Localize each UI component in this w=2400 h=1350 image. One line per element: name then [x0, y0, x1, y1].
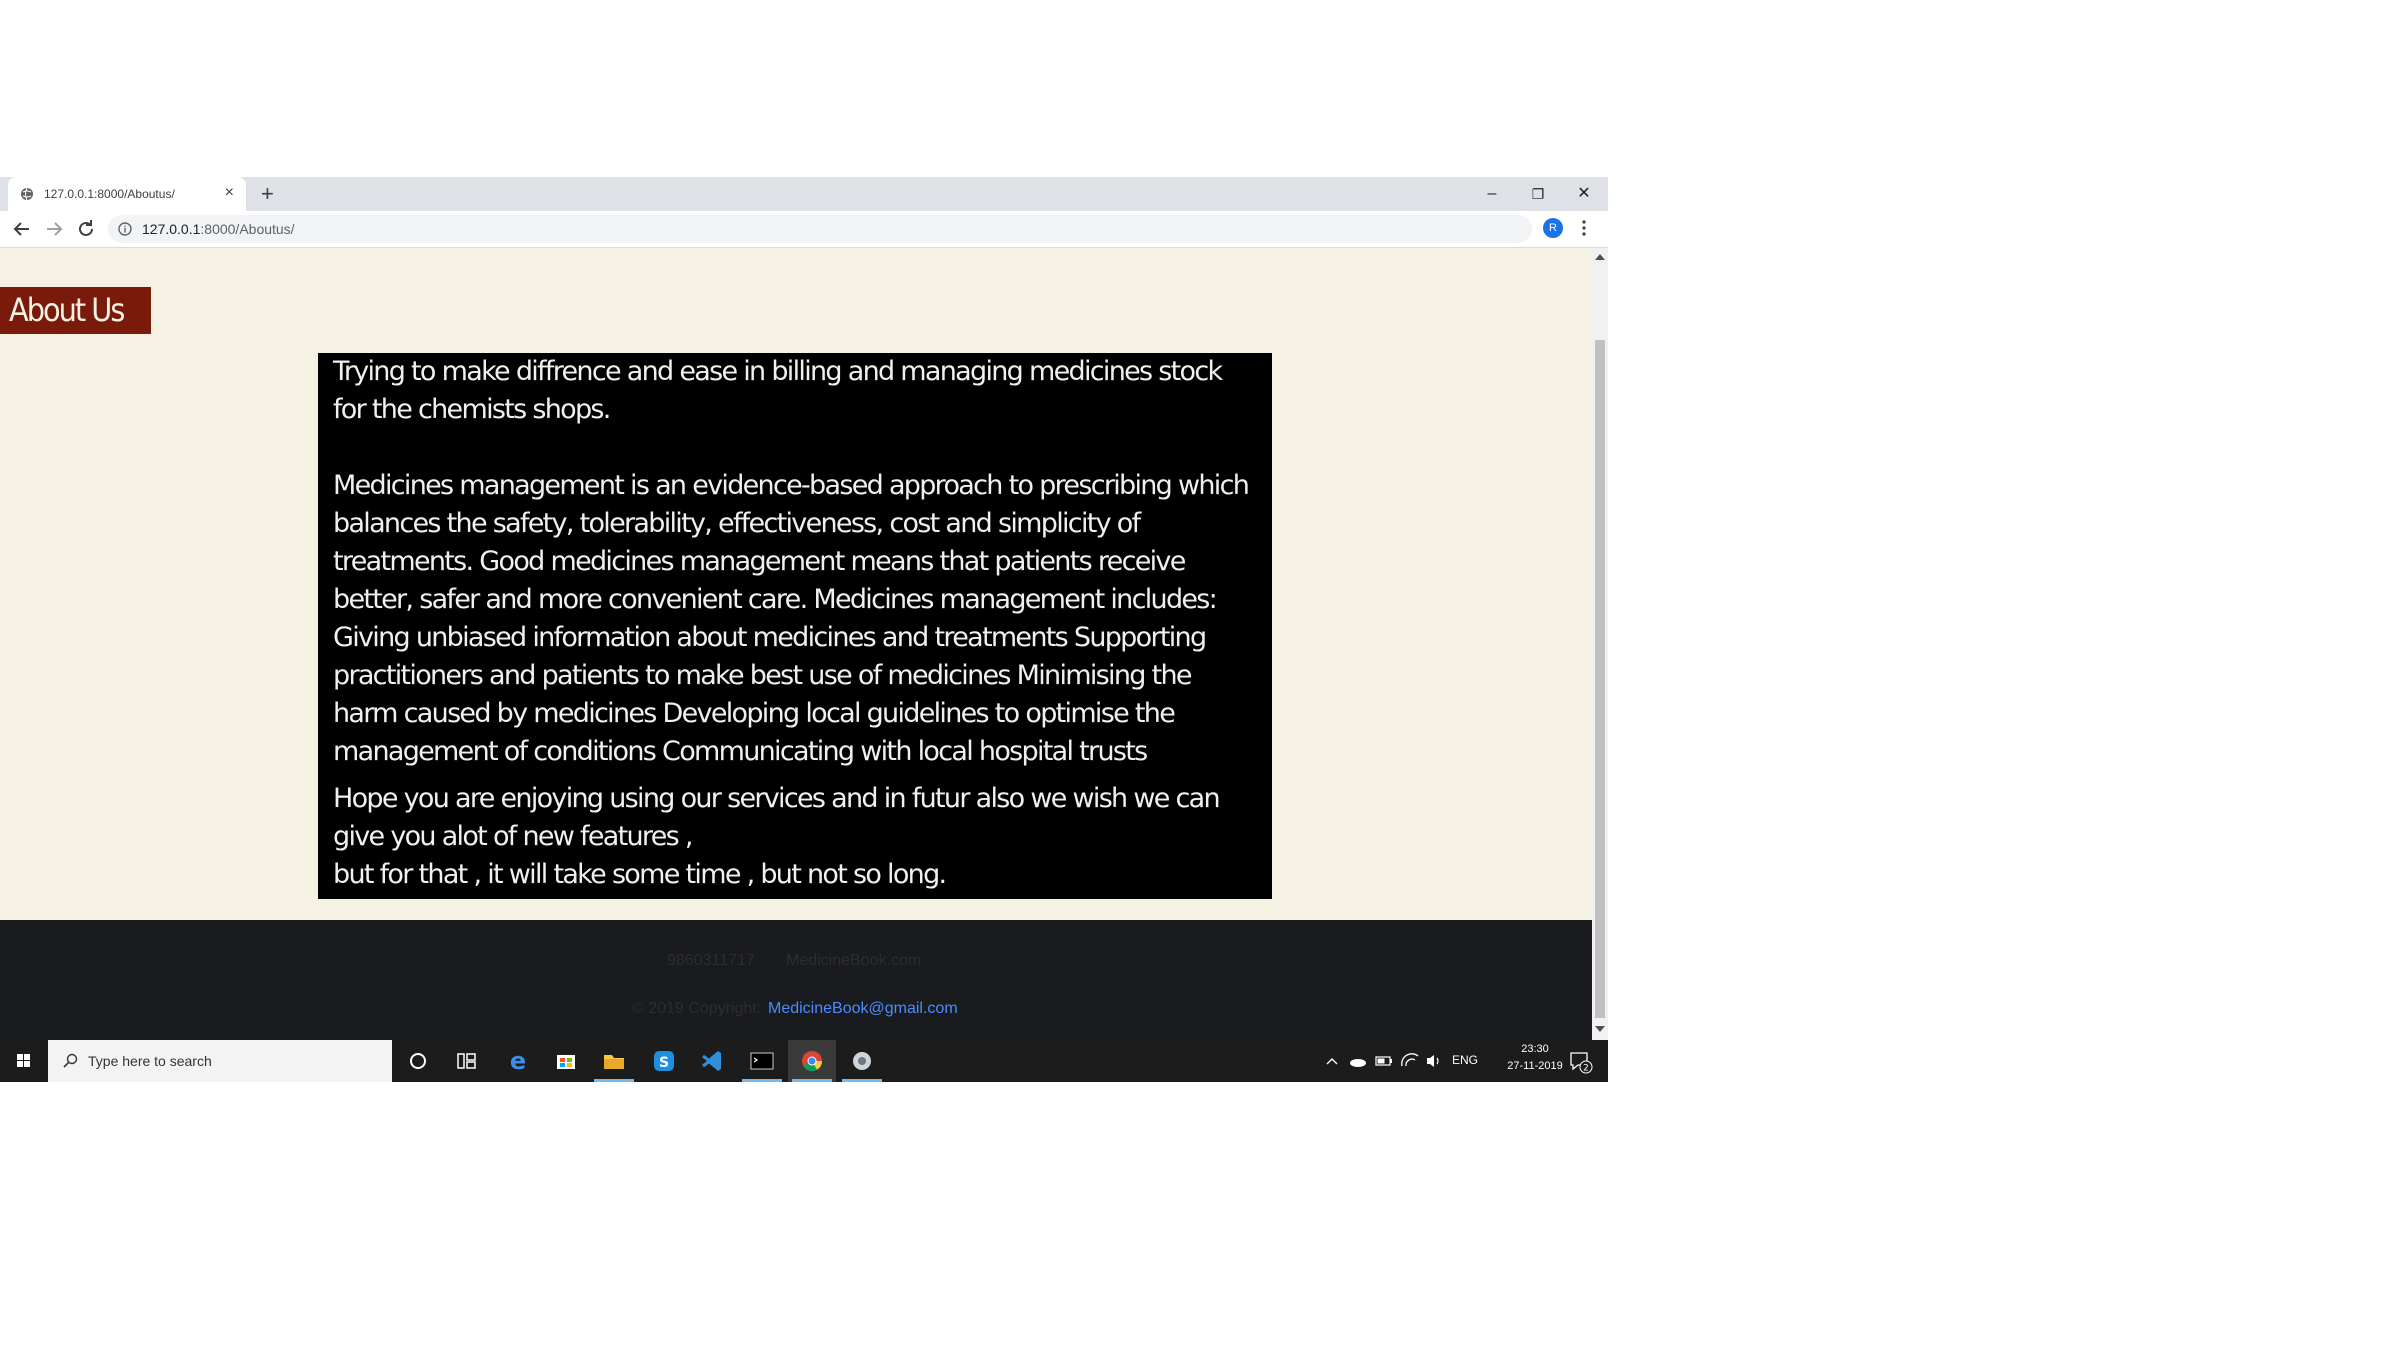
description-paragraph: Medicines management is an evidence-base…: [333, 470, 1250, 767]
tab-title: 127.0.0.1:8000/Aboutus/: [44, 187, 175, 201]
windows-start-icon[interactable]: [0, 1040, 48, 1082]
more-menu-icon[interactable]: [1580, 219, 1588, 237]
task-view-icon[interactable]: [442, 1040, 490, 1082]
footer-phone: 9860311717: [667, 952, 755, 969]
footer-copyright: © 2019 Copyright:: [632, 1000, 762, 1017]
footer-site[interactable]: MedicineBook.com: [786, 952, 921, 970]
closing-paragraph: Hope you are enjoying using our services…: [333, 783, 1221, 852]
screen: 127.0.0.1:8000/Aboutus/ × + – ❐ ✕ 127.0.…: [0, 177, 1608, 1082]
app-taskbar-item[interactable]: [838, 1040, 886, 1082]
skype-icon[interactable]: S: [640, 1040, 688, 1082]
address-bar[interactable]: 127.0.0.1:8000/Aboutus/: [108, 215, 1532, 243]
forward-arrow-icon[interactable]: [42, 217, 66, 241]
close-window-button[interactable]: ✕: [1564, 181, 1604, 207]
url-text: 127.0.0.1:8000/Aboutus/: [142, 221, 295, 237]
minimize-button[interactable]: –: [1472, 181, 1512, 207]
tab-close-icon[interactable]: ×: [225, 185, 234, 201]
terminal-taskbar-item[interactable]: [738, 1040, 786, 1082]
chrome-icon: [802, 1051, 823, 1072]
wifi-icon[interactable]: [1398, 1040, 1422, 1082]
page-title: About Us: [0, 287, 151, 334]
info-icon[interactable]: [118, 222, 132, 236]
volume-icon[interactable]: [1422, 1040, 1446, 1082]
onedrive-icon[interactable]: [1346, 1040, 1370, 1082]
browser-tab[interactable]: 127.0.0.1:8000/Aboutus/ ×: [8, 177, 246, 211]
page-content: About Us Trying to make diffrence and ea…: [0, 248, 1592, 1040]
closing-line: but for that , it will take some time , …: [333, 859, 947, 890]
language-indicator[interactable]: ENG: [1452, 1053, 1478, 1067]
show-hidden-icons-chevron-icon[interactable]: [1322, 1040, 1342, 1082]
taskbar-search-box[interactable]: Type here to search: [48, 1040, 392, 1082]
scroll-up-arrow-icon[interactable]: [1595, 254, 1605, 260]
file-explorer-taskbar-item[interactable]: [590, 1040, 638, 1082]
reload-icon[interactable]: [74, 217, 98, 241]
url-path: :8000/Aboutus/: [200, 221, 295, 237]
restore-button[interactable]: ❐: [1518, 181, 1558, 207]
terminal-icon: [750, 1052, 774, 1070]
footer: 9860311717 MedicineBook.com © 2019 Copyr…: [0, 920, 1592, 1040]
tab-strip: 127.0.0.1:8000/Aboutus/ × + – ❐ ✕: [0, 177, 1608, 211]
cortana-icon[interactable]: [394, 1040, 442, 1082]
vertical-scrollbar[interactable]: [1592, 248, 1608, 1040]
search-icon: [63, 1053, 78, 1068]
svg-text:e: e: [510, 1047, 526, 1075]
about-content-box: Trying to make diffrence and ease in bil…: [318, 353, 1272, 899]
app-icon: [853, 1052, 871, 1070]
edge-browser-icon[interactable]: e: [494, 1040, 542, 1082]
back-arrow-icon[interactable]: [10, 217, 34, 241]
battery-icon[interactable]: [1372, 1040, 1396, 1082]
scroll-thumb[interactable]: [1595, 340, 1605, 1018]
folder-icon: [604, 1055, 624, 1069]
store-icon[interactable]: [542, 1040, 590, 1082]
clock-time[interactable]: 23:30: [1505, 1043, 1565, 1055]
browser-toolbar: 127.0.0.1:8000/Aboutus/: [0, 211, 1608, 248]
vscode-icon[interactable]: [688, 1040, 736, 1082]
scroll-down-arrow-icon[interactable]: [1595, 1026, 1605, 1032]
notification-center-icon[interactable]: 2: [1560, 1040, 1600, 1082]
url-host: 127.0.0.1: [142, 221, 201, 237]
footer-email-link[interactable]: MedicineBook@gmail.com: [768, 1000, 958, 1018]
search-placeholder: Type here to search: [88, 1053, 212, 1069]
svg-text:S: S: [659, 1055, 669, 1071]
notification-count: 2: [1583, 1064, 1589, 1074]
windows-taskbar: Type here to search e S ENG 23:30 27-11-…: [0, 1040, 1608, 1082]
profile-avatar[interactable]: R: [1543, 218, 1563, 238]
new-tab-button[interactable]: +: [261, 183, 274, 205]
chrome-taskbar-item[interactable]: [788, 1040, 836, 1082]
globe-icon: [21, 187, 33, 201]
intro-paragraph: Trying to make diffrence and ease in bil…: [333, 356, 1223, 425]
